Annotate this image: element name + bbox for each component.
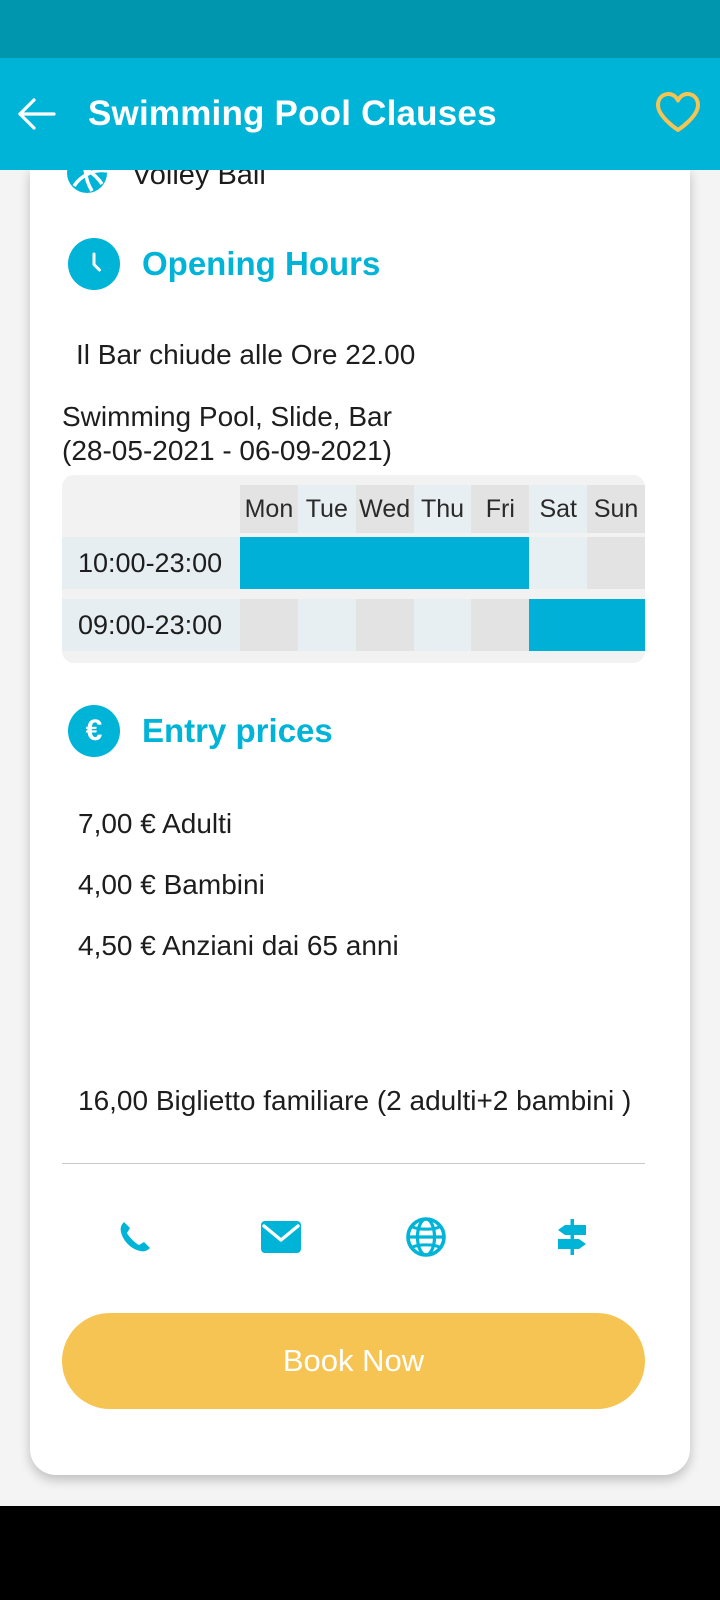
table-cell-open (297, 537, 356, 589)
section-divider (62, 1163, 645, 1164)
table-day-header: Fri (471, 485, 530, 533)
contact-actions-row (62, 1203, 645, 1275)
directions-button[interactable] (499, 1203, 645, 1275)
table-day-header: Sun (587, 485, 646, 533)
page-title: Swimming Pool Clauses (88, 94, 497, 133)
table-cell-open (240, 537, 298, 589)
app-bar: Swimming Pool Clauses (0, 58, 720, 170)
price-item: 4,00 € Bambini (78, 869, 265, 900)
table-cell-closed (240, 599, 298, 651)
signpost-icon (550, 1217, 594, 1262)
table-body: 10:00-23:00 09:00-23:00 (62, 537, 646, 651)
table-day-header: Wed (355, 485, 414, 533)
table-cell-open (587, 599, 646, 651)
arrow-left-icon (17, 97, 57, 131)
table-cell-closed (297, 599, 356, 651)
price-item: 4,50 € Anziani dai 65 anni (78, 930, 399, 961)
table-day-header: Tue (297, 485, 356, 533)
pool-period-text: Swimming Pool, Slide, Bar (28-05-2021 - … (62, 401, 392, 467)
section-entry-prices: € Entry prices (68, 705, 333, 757)
table-cell-open (471, 537, 530, 589)
table-cell-closed (413, 599, 472, 651)
table-cell-closed (471, 599, 530, 651)
table-cell-closed (529, 537, 588, 589)
phone-icon (115, 1217, 155, 1262)
table-corner-cell (62, 485, 240, 533)
amenity-label: Volley Ball (132, 168, 266, 191)
email-icon (260, 1220, 302, 1259)
table-row: 09:00-23:00 (62, 599, 646, 651)
price-item: 7,00 € Adulti (78, 808, 233, 839)
detail-card: Volley Ball Opening Hours Il Bar chiude … (30, 168, 690, 1475)
email-button[interactable] (208, 1203, 354, 1275)
table-day-header: Thu (413, 485, 472, 533)
table-header-row: Mon Tue Wed Thu Fri Sat Sun (62, 485, 646, 533)
bar-closing-note: Il Bar chiude alle Ore 22.00 (76, 339, 416, 370)
table-row: 10:00-23:00 (62, 537, 646, 589)
table-cell-open (529, 599, 588, 651)
globe-icon (405, 1216, 447, 1263)
heart-outline-icon (654, 90, 702, 139)
call-button[interactable] (62, 1203, 208, 1275)
euro-icon: € (68, 705, 120, 757)
table-time-cell: 10:00-23:00 (62, 537, 240, 589)
family-ticket-price: 16,00 Biglietto familiare (2 adulti+2 ba… (78, 1085, 632, 1116)
table-day-header: Sat (529, 485, 588, 533)
table-cell-closed (355, 599, 414, 651)
section-title: Entry prices (142, 712, 333, 749)
euro-glyph: € (85, 714, 103, 747)
opening-hours-table: Mon Tue Wed Thu Fri Sat Sun 10:00-23:00 09:00-2… (62, 475, 646, 663)
table-cell-closed (587, 537, 646, 589)
app-screen: Swimming Pool Clauses Volley Ball Openin… (0, 0, 720, 1600)
table-cell-open (355, 537, 414, 589)
amenity-item-volleyball: Volley Ball (64, 168, 266, 201)
favorite-button[interactable] (636, 58, 720, 170)
table-cell-open (413, 537, 472, 589)
book-now-button[interactable]: Book Now (62, 1313, 645, 1409)
section-title: Opening Hours (142, 245, 381, 282)
volleyball-icon (64, 168, 110, 201)
table-time-cell: 09:00-23:00 (62, 599, 240, 651)
section-opening-hours: Opening Hours (68, 238, 380, 290)
website-button[interactable] (354, 1203, 500, 1275)
system-navigation-bar (0, 1506, 720, 1600)
back-button[interactable] (0, 58, 74, 170)
clock-icon (68, 238, 120, 290)
table-day-header: Mon (240, 485, 298, 533)
status-bar (0, 0, 720, 58)
